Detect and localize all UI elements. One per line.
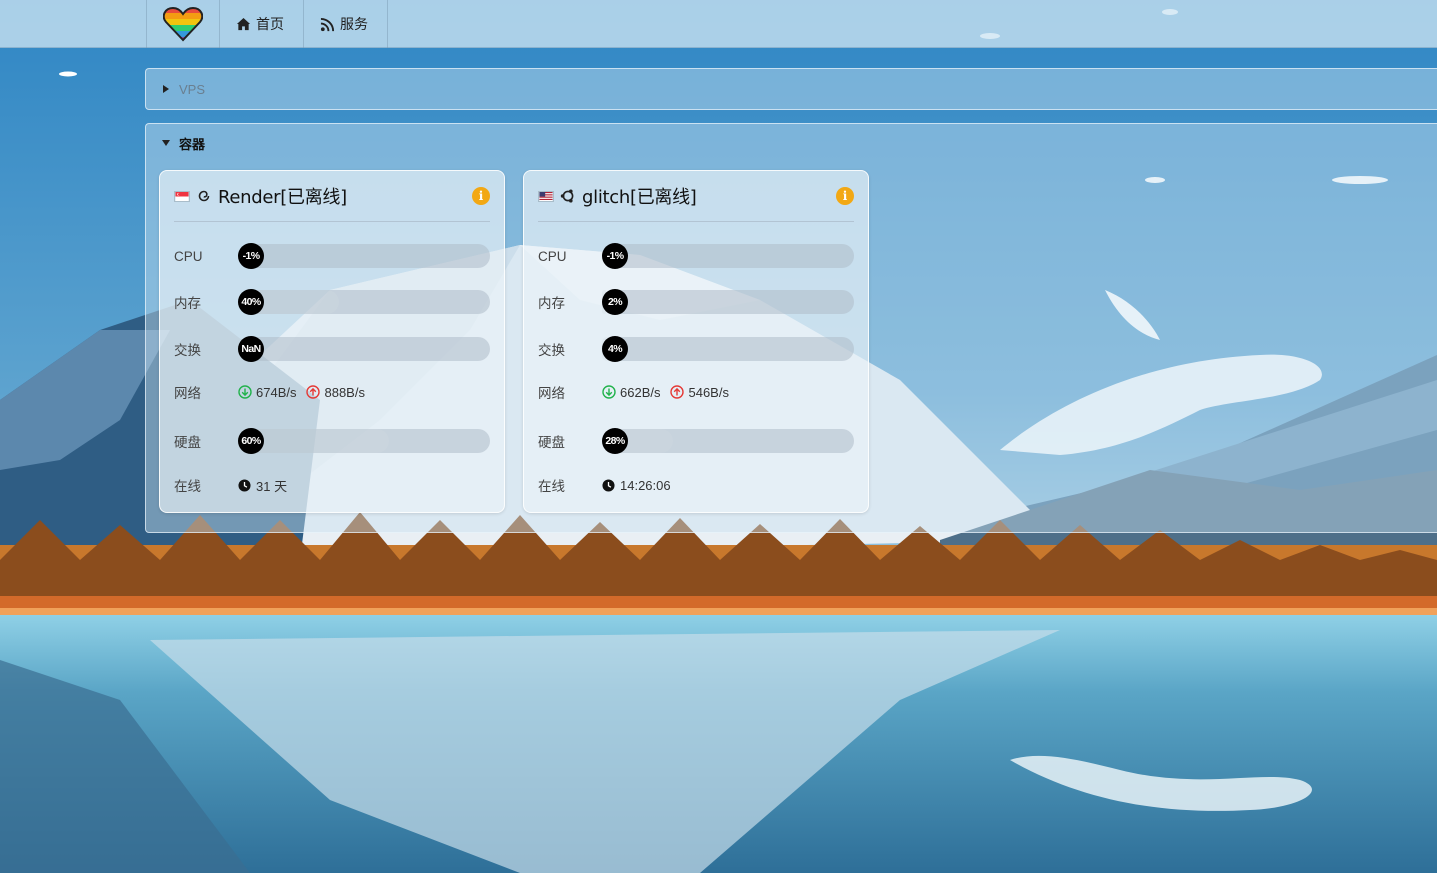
container-group-label: 容器: [179, 136, 206, 152]
network-label: 网络: [538, 386, 565, 401]
nav-home[interactable]: 首页: [219, 0, 303, 48]
cpu-bar: -1%: [238, 243, 490, 269]
cpu-row: CPU -1%: [538, 243, 854, 269]
server-name: Render[已离线]: [218, 187, 347, 208]
disk-value: 60%: [238, 428, 264, 454]
uptime-value: 14:26:06: [620, 477, 671, 493]
cpu-row: CPU -1%: [174, 243, 490, 269]
swap-label: 交换: [538, 343, 565, 358]
server-card-header: Render[已离线] i: [174, 171, 490, 222]
uptime-row: 在线 31 天: [174, 472, 490, 498]
nav-services[interactable]: 服务: [303, 0, 388, 48]
nav-services-label: 服务: [340, 16, 368, 32]
disk-label: 硬盘: [174, 435, 201, 450]
server-card: Render[已离线] i CPU -1% 内存 40% 交换 NaN 网络 6…: [159, 170, 505, 513]
server-card: glitch[已离线] i CPU -1% 内存 2% 交换 4% 网络 662…: [523, 170, 869, 513]
cpu-bar: -1%: [602, 243, 854, 269]
rainbow-heart-logo[interactable]: [146, 0, 219, 48]
memory-row: 内存 2%: [538, 289, 854, 315]
clock-icon: [238, 478, 251, 492]
network-up-value: 546B/s: [688, 384, 729, 400]
swap-label: 交换: [174, 343, 201, 358]
arrow-up-circle-icon: [670, 385, 685, 399]
caret-down-icon: [162, 140, 170, 146]
disk-bar: 28%: [602, 428, 854, 454]
swap-value: NaN: [238, 336, 264, 362]
uptime-row: 在线 14:26:06: [538, 472, 854, 498]
network-speeds: 662B/s 546B/s: [602, 385, 729, 400]
rss-icon: [320, 17, 335, 31]
swap-bar: NaN: [238, 336, 490, 362]
heart-icon: [163, 6, 203, 42]
debian-icon: [198, 190, 210, 202]
vps-group-label: VPS: [179, 81, 206, 97]
memory-bar: 40%: [238, 289, 490, 315]
uptime-info: 31 天: [238, 476, 287, 495]
network-down-value: 674B/s: [256, 384, 297, 400]
top-navbar: 首页 服务: [0, 0, 1437, 48]
memory-value: 2%: [602, 289, 628, 315]
uptime-label: 在线: [174, 479, 201, 494]
disk-label: 硬盘: [538, 435, 565, 450]
network-up-value: 888B/s: [324, 384, 365, 400]
home-icon: [236, 17, 251, 30]
swap-row: 交换 4%: [538, 336, 854, 362]
clock-icon: [602, 478, 615, 492]
vps-group: VPS: [145, 68, 1437, 110]
uptime-label: 在线: [538, 479, 565, 494]
network-speeds: 674B/s 888B/s: [238, 385, 365, 400]
server-card-header: glitch[已离线] i: [538, 171, 854, 222]
cpu-label: CPU: [174, 248, 203, 264]
singapore-flag-icon: [174, 190, 190, 202]
swap-bar: 4%: [602, 336, 854, 362]
disk-bar: 60%: [238, 428, 490, 454]
memory-value: 40%: [238, 289, 264, 315]
disk-row: 硬盘 28%: [538, 428, 854, 454]
uptime-value: 31 天: [256, 478, 288, 494]
cpu-label: CPU: [538, 248, 567, 264]
swap-value: 4%: [602, 336, 628, 362]
cpu-value: -1%: [238, 243, 264, 269]
memory-label: 内存: [174, 296, 201, 311]
memory-label: 内存: [538, 296, 565, 311]
info-icon[interactable]: i: [472, 187, 490, 205]
disk-value: 28%: [602, 428, 628, 454]
memory-row: 内存 40%: [174, 289, 490, 315]
arrow-down-circle-icon: [602, 385, 616, 399]
network-down-value: 662B/s: [620, 384, 661, 400]
server-name: glitch[已离线]: [582, 187, 697, 208]
ubuntu-icon: [560, 189, 574, 203]
container-group-toggle[interactable]: 容器: [162, 124, 205, 162]
arrow-down-circle-icon: [238, 385, 252, 399]
info-icon[interactable]: i: [836, 187, 854, 205]
memory-bar: 2%: [602, 289, 854, 315]
arrow-up-circle-icon: [306, 385, 321, 399]
network-row: 网络 674B/s 888B/s: [174, 379, 490, 405]
caret-right-icon: [163, 85, 169, 93]
swap-row: 交换 NaN: [174, 336, 490, 362]
network-label: 网络: [174, 386, 201, 401]
vps-group-toggle[interactable]: VPS: [162, 69, 205, 109]
disk-row: 硬盘 60%: [174, 428, 490, 454]
cpu-value: -1%: [602, 243, 628, 269]
nav-home-label: 首页: [256, 16, 284, 32]
us-flag-icon: [538, 190, 554, 202]
network-row: 网络 662B/s 546B/s: [538, 379, 854, 405]
uptime-info: 14:26:06: [602, 478, 671, 493]
